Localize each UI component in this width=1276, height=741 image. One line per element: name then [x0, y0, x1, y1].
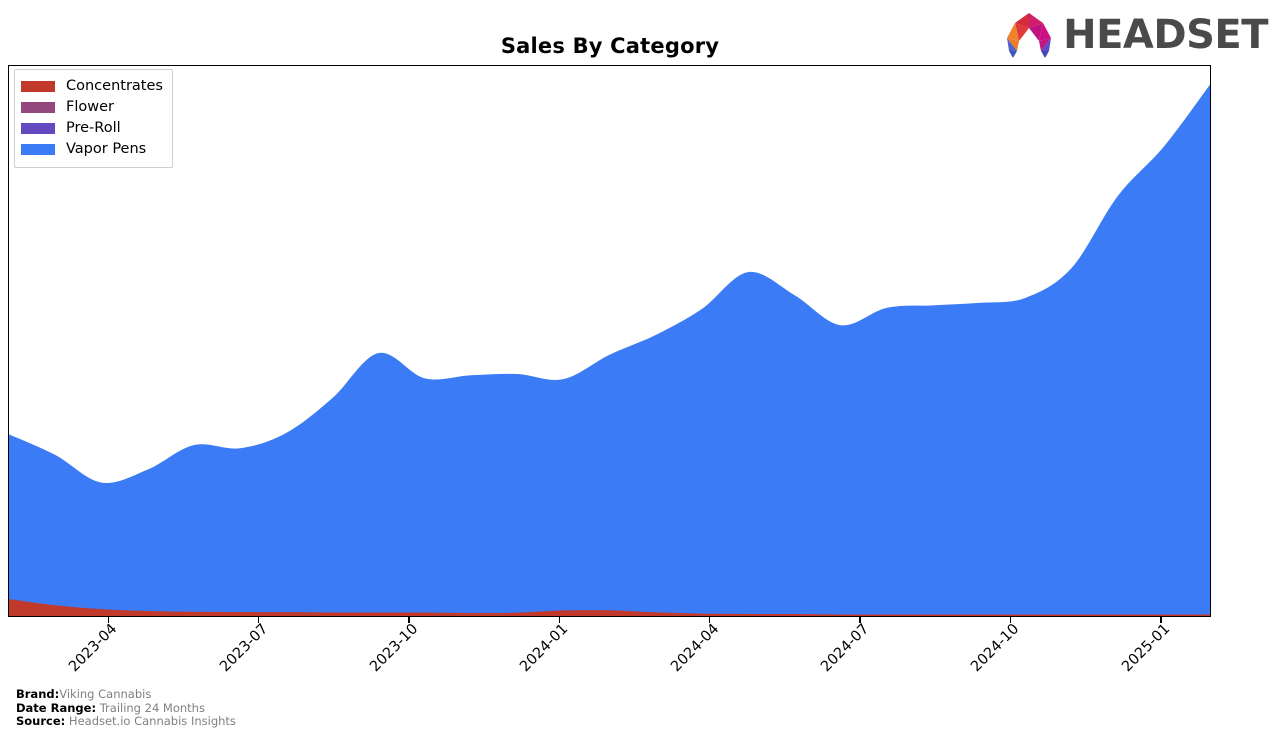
legend-swatch-vapor-pens [21, 144, 55, 155]
x-tick-label: 2024-10 [968, 621, 1023, 676]
chart-page: Sales By Category HEADSET Concentrates F… [0, 0, 1276, 741]
footer-source-key: Source: [16, 714, 66, 728]
legend-swatch-flower [21, 102, 55, 113]
legend-item-concentrates: Concentrates [21, 76, 163, 97]
footer-date-range: Date Range: Trailing 24 Months [16, 700, 236, 716]
chart-legend: Concentrates Flower Pre-Roll Vapor Pens [14, 69, 173, 168]
legend-label-flower: Flower [66, 99, 114, 116]
legend-item-pre-roll: Pre-Roll [21, 118, 163, 139]
footer-source-value: Headset.io Cannabis Insights [68, 714, 236, 728]
legend-label-pre-roll: Pre-Roll [66, 120, 121, 137]
legend-item-vapor-pens: Vapor Pens [21, 139, 163, 160]
headset-logo: HEADSET [1001, 10, 1268, 60]
x-tick-label: 2024-07 [818, 621, 873, 676]
area-series-vapor-pens [9, 84, 1210, 616]
footer-date-range-key: Date Range: [16, 700, 97, 715]
footer-brand-value: Viking Cannabis [59, 687, 152, 701]
x-axis: 2023-04 2023-07 2023-10 2024-01 2024-04 2024-… [8, 617, 1211, 679]
stacked-area-chart [9, 84, 1210, 616]
chart-footer: Brand:Viking Cannabis Date Range: Traili… [16, 687, 236, 729]
brand-wordmark: HEADSET [1063, 12, 1268, 58]
x-tick-label: 2024-04 [667, 621, 723, 676]
footer-brand-key: Brand: [16, 687, 60, 701]
plot-area [8, 65, 1211, 617]
legend-label-vapor-pens: Vapor Pens [66, 141, 147, 158]
footer-brand: Brand:Viking Cannabis [16, 687, 236, 702]
footer-source: Source: Headset.io Cannabis Insights [16, 714, 236, 729]
x-tick-label: 2025-01 [1118, 621, 1174, 676]
series-layers [9, 84, 1210, 616]
headset-arch-logo-icon [1007, 13, 1052, 58]
x-tick-label: 2023-07 [216, 621, 271, 676]
legend-swatch-pre-roll [21, 123, 55, 134]
legend-swatch-concentrates [21, 81, 55, 92]
x-tick-label: 2023-10 [367, 621, 422, 676]
legend-item-flower: Flower [21, 97, 163, 118]
footer-date-range-value: Trailing 24 Months [99, 700, 205, 715]
x-tick-label: 2024-01 [517, 621, 572, 676]
legend-label-concentrates: Concentrates [66, 78, 163, 95]
x-tick-label: 2023-04 [66, 621, 121, 676]
